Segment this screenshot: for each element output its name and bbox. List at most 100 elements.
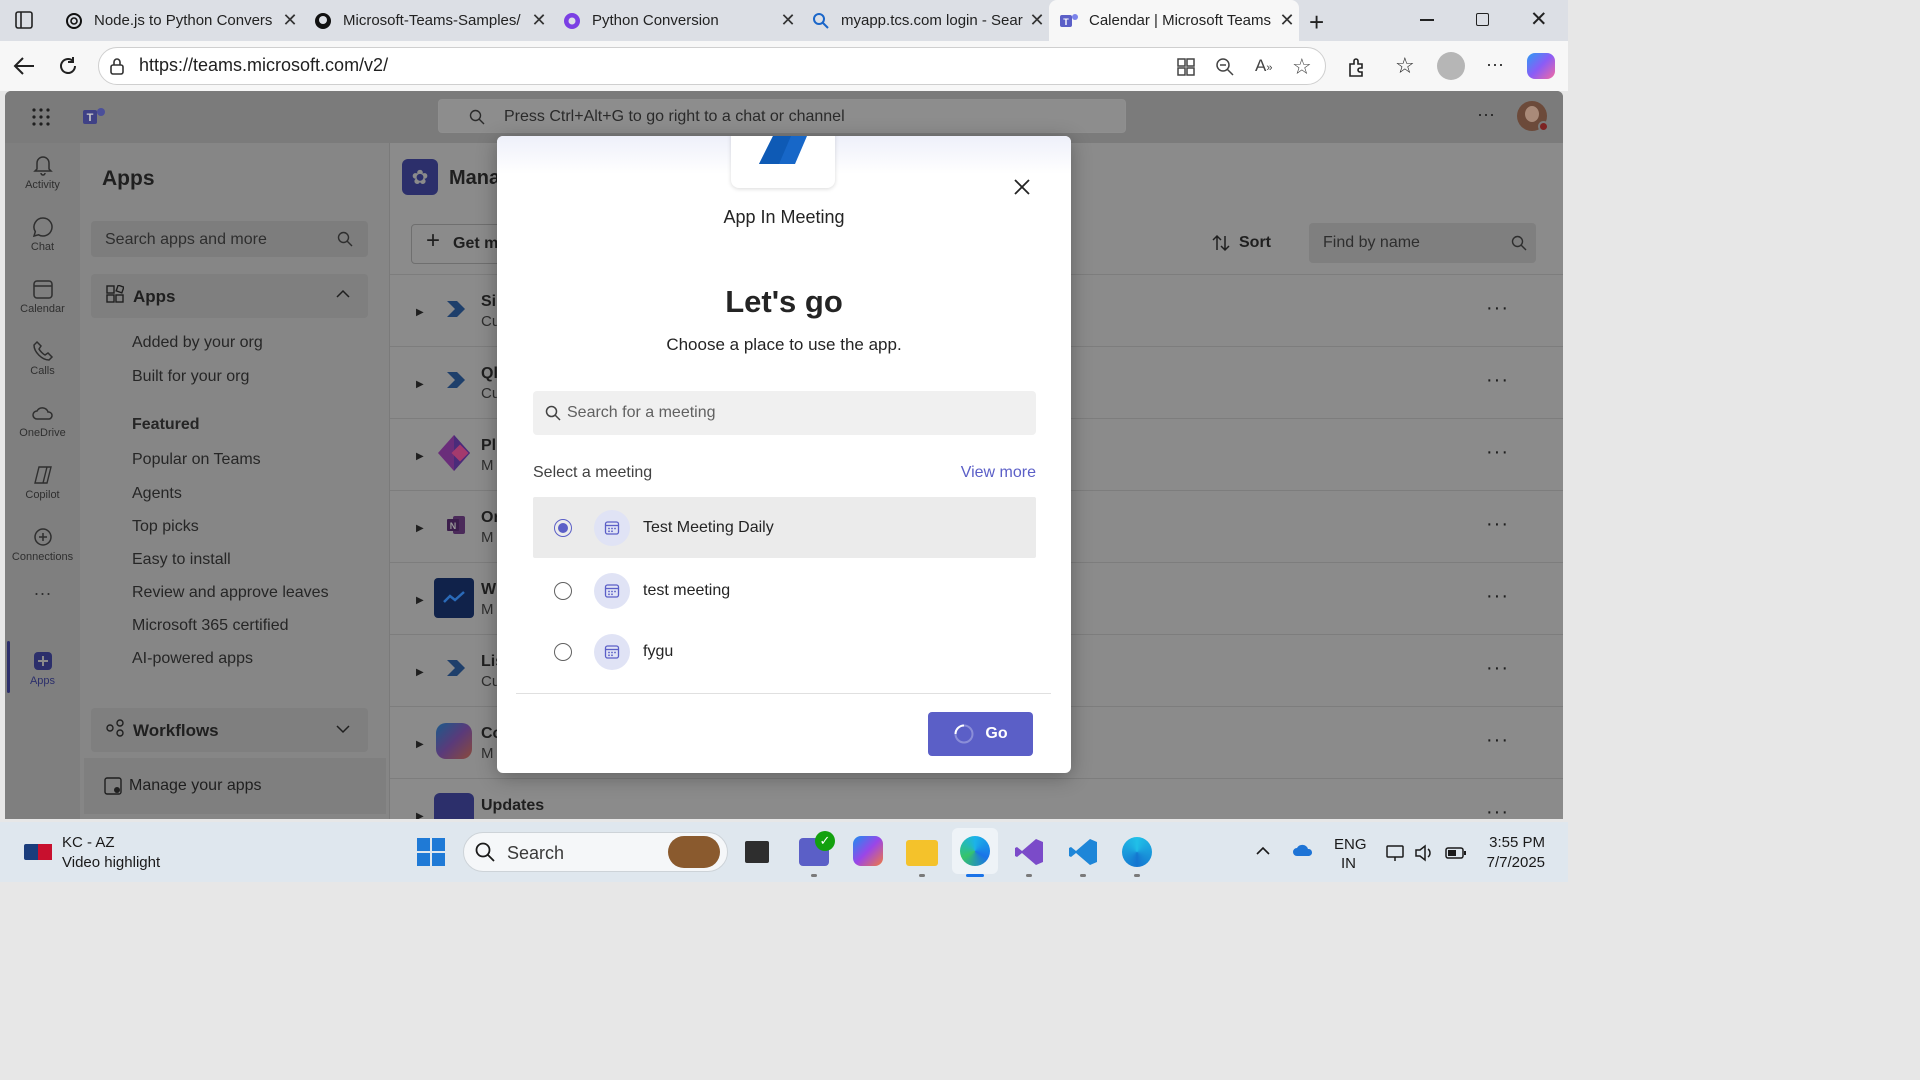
edge-dev-icon[interactable] (1122, 837, 1152, 867)
weather-subtitle[interactable]: Video highlight (62, 854, 160, 871)
row-more-icon[interactable]: ··· (1486, 729, 1509, 752)
onedrive-cloud-icon[interactable] (1292, 843, 1314, 857)
restore-icon[interactable] (1476, 13, 1489, 26)
app-launcher-icon[interactable] (32, 108, 50, 126)
close-tab-icon[interactable]: ✕ (1025, 10, 1049, 31)
view-more-link[interactable]: View more (935, 464, 1036, 482)
file-explorer-icon[interactable] (906, 840, 938, 866)
chevron-down-icon[interactable] (336, 725, 350, 734)
chevron-up-icon[interactable] (1256, 846, 1270, 855)
vscode-icon[interactable] (1068, 837, 1098, 867)
chevron-up-icon[interactable] (336, 289, 350, 298)
browser-tab[interactable]: Node.js to Python Convers ✕ (54, 0, 302, 41)
row-more-icon[interactable]: ··· (1486, 441, 1509, 464)
app-available-icon[interactable] (1176, 57, 1196, 77)
radio-unselected[interactable] (554, 642, 572, 661)
back-icon[interactable] (12, 55, 36, 77)
expand-caret-icon[interactable]: ▶ (416, 307, 424, 318)
language-bottom[interactable]: IN (1341, 855, 1356, 872)
extensions-icon[interactable] (1346, 56, 1368, 78)
rail-item-copilot[interactable]: Copilot (5, 461, 80, 501)
browser-tab[interactable]: Python Conversion ✕ (552, 0, 800, 41)
lock-icon[interactable] (109, 57, 125, 75)
read-aloud-icon[interactable]: A» (1255, 56, 1272, 76)
nav-easy-to-install[interactable]: Easy to install (132, 551, 231, 569)
more-options-icon[interactable]: ··· (1486, 54, 1504, 75)
dialog-heading: Let's go (725, 284, 843, 319)
close-tab-icon[interactable]: ✕ (278, 10, 302, 31)
windows-start-icon[interactable] (417, 838, 445, 866)
meeting-option-selected[interactable]: Test Meeting Daily (533, 497, 1036, 558)
nav-added-by-org[interactable]: Added by your org (132, 334, 263, 352)
tab-actions-icon[interactable] (14, 10, 34, 30)
clock-date[interactable]: 7/7/2025 (1465, 854, 1545, 871)
close-tab-icon[interactable]: ✕ (776, 10, 800, 31)
refresh-icon[interactable] (57, 55, 79, 77)
visual-studio-icon[interactable] (1014, 837, 1044, 867)
expand-caret-icon[interactable]: ▶ (416, 379, 424, 390)
row-more-icon[interactable]: ··· (1486, 369, 1509, 392)
nav-top-picks[interactable]: Top picks (132, 518, 199, 536)
nav-popular-on-teams[interactable]: Popular on Teams (132, 451, 261, 469)
row-more-icon[interactable]: ··· (1486, 585, 1509, 608)
browser-tab[interactable]: myapp.tcs.com login - Sear ✕ (801, 0, 1049, 41)
nav-review-approve-leaves[interactable]: Review and approve leaves (132, 584, 329, 602)
favorite-star-icon[interactable]: ☆ (1292, 54, 1312, 80)
close-window-icon[interactable]: ✕ (1530, 7, 1548, 32)
expand-caret-icon[interactable]: ▶ (416, 595, 424, 606)
row-more-icon[interactable]: ··· (1486, 657, 1509, 680)
profile-avatar-icon[interactable] (1437, 52, 1465, 80)
settings-more-icon[interactable]: ··· (1477, 104, 1495, 125)
zoom-out-icon[interactable] (1215, 57, 1235, 77)
m365-icon[interactable] (853, 836, 883, 866)
favorites-icon[interactable]: ☆ (1395, 53, 1415, 79)
rail-more-icon[interactable]: ··· (5, 583, 80, 604)
edge-icon (960, 836, 990, 866)
row-more-icon[interactable]: ··· (1486, 297, 1509, 320)
rail-item-calendar[interactable]: Calendar (5, 275, 80, 315)
nav-agents[interactable]: Agents (132, 485, 182, 503)
clock-time[interactable]: 3:55 PM (1475, 834, 1545, 851)
meeting-option[interactable]: fygu (533, 621, 1036, 682)
expand-caret-icon[interactable]: ▶ (416, 451, 424, 462)
minimize-icon[interactable] (1420, 19, 1434, 21)
radio-unselected[interactable] (554, 581, 572, 600)
browser-tab-active[interactable]: T Calendar | Microsoft Teams ✕ (1049, 0, 1299, 41)
row-more-icon[interactable]: ··· (1486, 513, 1509, 536)
rail-item-apps[interactable]: Apps (5, 647, 80, 687)
rail-item-onedrive[interactable]: OneDrive (5, 399, 80, 439)
rail-item-connections[interactable]: Connections (5, 523, 80, 563)
network-icon[interactable] (1385, 843, 1407, 863)
rail-item-chat[interactable]: Chat (5, 213, 80, 253)
expand-caret-icon[interactable]: ▶ (416, 811, 424, 819)
volume-icon[interactable] (1414, 844, 1434, 862)
rail-item-activity[interactable]: Activity (5, 151, 80, 191)
expand-caret-icon[interactable]: ▶ (416, 739, 424, 750)
apps-search-placeholder: Search apps and more (105, 231, 267, 248)
sort-icon[interactable] (1211, 233, 1231, 253)
new-tab-icon[interactable]: + (1309, 7, 1324, 38)
expand-caret-icon[interactable]: ▶ (416, 667, 424, 678)
language-top[interactable]: ENG (1334, 836, 1367, 853)
nav-ai-powered-apps[interactable]: AI-powered apps (132, 650, 253, 668)
task-view-icon[interactable] (745, 841, 769, 863)
rail-item-calls[interactable]: Calls (5, 337, 80, 377)
nav-built-for-org[interactable]: Built for your org (132, 368, 249, 386)
nav-m365-certified[interactable]: Microsoft 365 certified (132, 617, 289, 635)
meeting-option[interactable]: test meeting (533, 560, 1036, 621)
close-tab-icon[interactable]: ✕ (527, 10, 551, 31)
sort-label[interactable]: Sort (1239, 234, 1271, 252)
copilot-browser-icon[interactable] (1527, 53, 1555, 79)
row-more-icon[interactable]: ··· (1486, 801, 1509, 819)
radio-selected[interactable] (554, 518, 572, 537)
close-dialog-icon[interactable] (1011, 176, 1033, 198)
browser-tab[interactable]: Microsoft-Teams-Samples/ ✕ (303, 0, 551, 41)
go-button[interactable]: Go (928, 712, 1033, 756)
expand-caret-icon[interactable]: ▶ (416, 523, 424, 534)
battery-icon[interactable] (1445, 846, 1467, 860)
table-row[interactable]: ▶ Updates ··· (390, 779, 1563, 819)
mlb-logo-icon[interactable] (24, 844, 52, 860)
close-tab-icon[interactable]: ✕ (1275, 10, 1299, 31)
url-text[interactable]: https://teams.microsoft.com/v2/ (139, 55, 388, 76)
weather-title[interactable]: KC - AZ (62, 834, 115, 851)
